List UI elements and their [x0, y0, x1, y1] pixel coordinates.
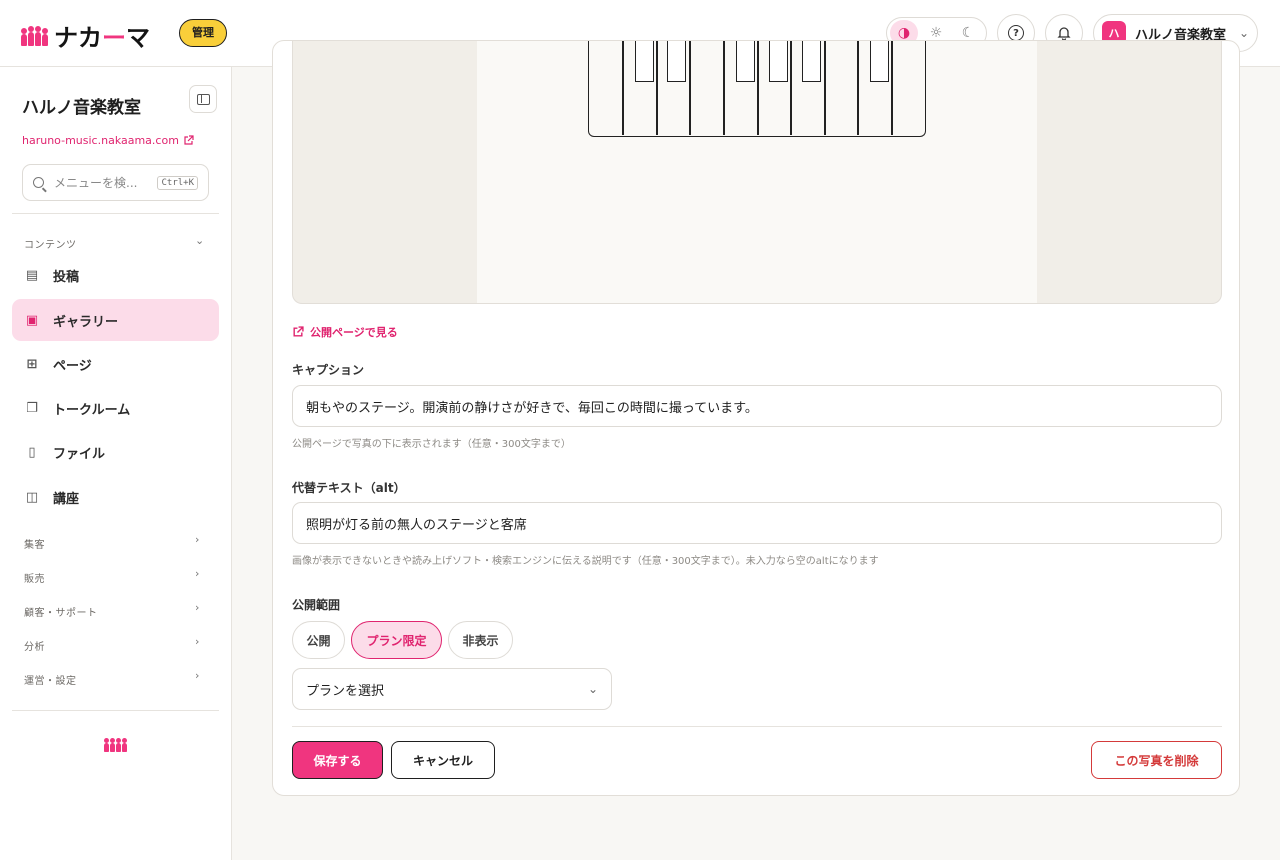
file-icon: ▯ [28, 444, 36, 460]
sidebar-toggle-icon [196, 93, 210, 105]
sidebar-item-label: 講座 [53, 491, 80, 507]
caption-help-text: 公開ページで写真の下に表示されます（任意・300文字まで） [292, 439, 571, 450]
section-operations-settings[interactable]: 運営・設定 [24, 672, 77, 687]
divider [12, 213, 219, 214]
view-public-page-label: 公開ページで見る [310, 326, 398, 339]
sidebar-item-posts[interactable]: ▤ 投稿 [12, 254, 219, 296]
chevron-right-icon[interactable]: › [195, 533, 199, 546]
sidebar-item-courses[interactable]: ◫ 講座 [12, 476, 219, 518]
sidebar-collapse-button[interactable] [189, 85, 217, 113]
chevron-right-icon[interactable]: › [195, 567, 199, 580]
photo-preview [292, 41, 1222, 304]
site-title: ハルノ音楽教室 [22, 98, 141, 118]
book-icon: ◫ [25, 489, 39, 505]
sidebar-item-pages[interactable]: ⊞ ページ [12, 343, 219, 385]
app-logo[interactable]: ナカーマ [21, 18, 150, 53]
external-link-icon [293, 326, 304, 337]
alt-text-field[interactable]: 照明が灯る前の無人のステージと客席 [292, 502, 1222, 544]
plan-select-value: プランを選択 [306, 683, 385, 699]
caption-field[interactable]: 朝もやのステージ。開演前の静けさが好きで、毎回この時間に撮っています。 [292, 385, 1222, 427]
save-button[interactable]: 保存する [292, 741, 383, 779]
sidebar-item-gallery[interactable]: ▣ ギャラリー [12, 299, 219, 341]
alt-text-help-text: 画像が表示できないときや読み上げソフト・検索エンジンに伝える説明です（任意・30… [292, 556, 879, 567]
divider [12, 710, 219, 711]
sidebar: ハルノ音楽教室 haruno-music.nakaama.com メニューを検.… [0, 67, 232, 860]
plan-select[interactable]: プランを選択 ⌄ [292, 668, 612, 710]
shortcut-hint: Ctrl+K [157, 175, 198, 190]
chevron-down-icon[interactable]: ⌄ [195, 234, 204, 247]
sidebar-item-files[interactable]: ▯ ファイル [12, 431, 219, 473]
section-marketing[interactable]: 集客 [24, 536, 45, 551]
image-icon: ▣ [25, 312, 39, 328]
footer-logo-icon [104, 738, 127, 752]
visibility-option-public[interactable]: 公開 [292, 621, 345, 659]
alt-text-label: 代替テキスト（alt） [292, 481, 406, 495]
piano-illustration [588, 41, 926, 137]
admin-badge: 管理 [179, 19, 227, 47]
logo-text: ナカーマ [54, 24, 150, 52]
section-analytics[interactable]: 分析 [24, 638, 45, 653]
chevron-right-icon[interactable]: › [195, 635, 199, 648]
menu-search-input[interactable]: メニューを検... Ctrl+K [22, 164, 209, 201]
photo-edit-card: 公開ページで見る キャプション 朝もやのステージ。開演前の静けさが好きで、毎回こ… [272, 40, 1240, 796]
sidebar-item-label: ページ [53, 358, 92, 374]
search-placeholder: メニューを検... [54, 176, 138, 190]
site-url-text: haruno-music.nakaama.com [22, 134, 179, 147]
divider [292, 726, 1222, 727]
question-icon: ? [1008, 25, 1024, 41]
search-icon [33, 177, 44, 188]
bell-icon [1057, 27, 1071, 41]
site-url-link[interactable]: haruno-music.nakaama.com [22, 134, 194, 147]
cancel-button[interactable]: キャンセル [391, 741, 495, 779]
delete-photo-button[interactable]: この写真を削除 [1091, 741, 1222, 779]
section-contents-label[interactable]: コンテンツ [24, 236, 77, 251]
chevron-right-icon[interactable]: › [195, 601, 199, 614]
sidebar-item-label: 投稿 [53, 269, 80, 285]
chevron-down-icon: ⌄ [587, 682, 598, 696]
chat-icon: ❐ [26, 400, 38, 416]
visibility-option-plan-only[interactable]: プラン限定 [351, 621, 442, 659]
logo-people-icon [21, 25, 48, 46]
sidebar-item-label: ファイル [53, 446, 106, 462]
chevron-right-icon[interactable]: › [195, 669, 199, 682]
view-public-page-link[interactable]: 公開ページで見る [292, 324, 398, 340]
external-link-icon [184, 135, 194, 145]
sidebar-item-label: トークルーム [53, 402, 131, 418]
caption-label: キャプション [292, 363, 365, 377]
photo-image [477, 41, 1037, 303]
chevron-down-icon: ⌄ [1238, 26, 1249, 40]
visibility-option-hidden[interactable]: 非表示 [448, 621, 513, 659]
document-icon: ▤ [25, 267, 39, 283]
sidebar-item-label: ギャラリー [53, 314, 119, 330]
visibility-label: 公開範囲 [292, 598, 341, 612]
section-sales[interactable]: 販売 [24, 570, 45, 585]
sidebar-item-talkroom[interactable]: ❐ トークルーム [12, 387, 219, 429]
pages-icon: ⊞ [26, 356, 38, 372]
section-customers-support[interactable]: 顧客・サポート [24, 604, 98, 619]
